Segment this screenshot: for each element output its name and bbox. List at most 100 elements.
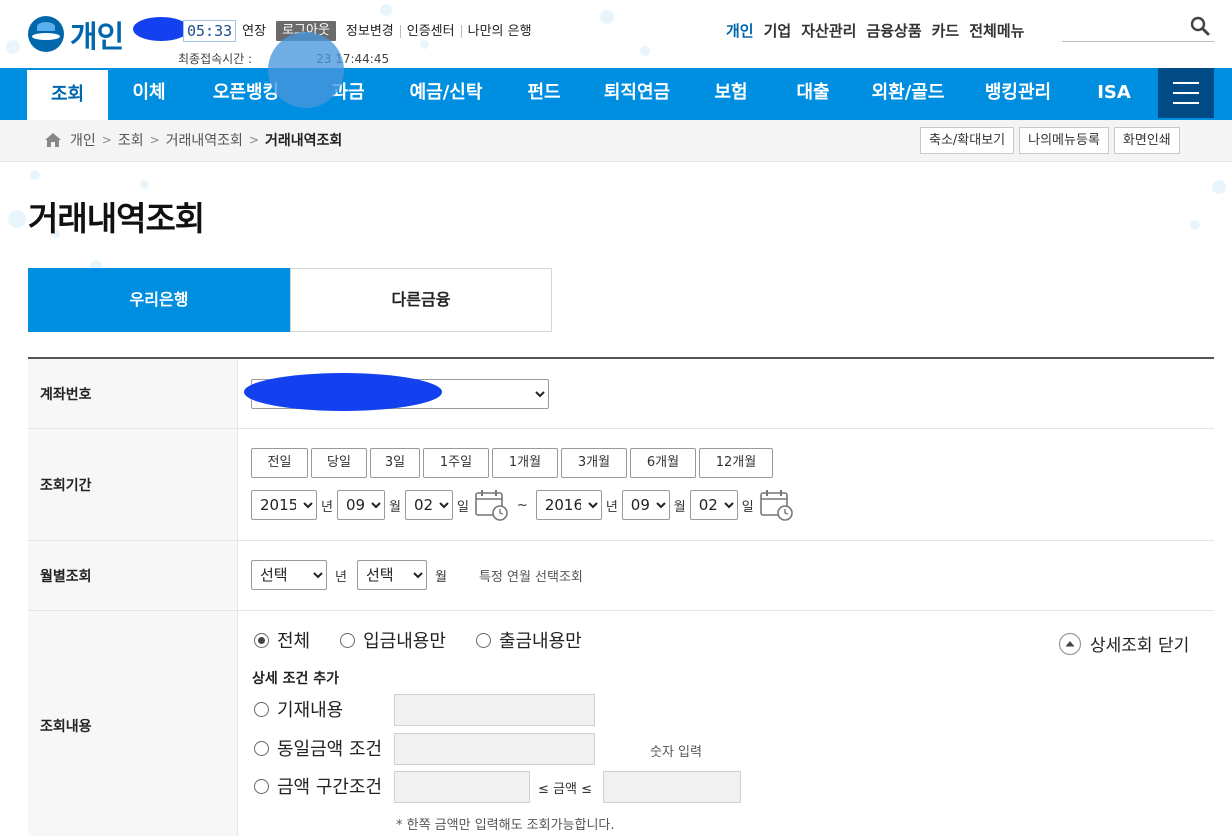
radio-amount-range-condition[interactable]: 금액 구간조건 [254, 773, 382, 799]
chevron-right-icon: > [248, 133, 259, 147]
memo-input[interactable] [394, 694, 595, 726]
radio-withdraw-only[interactable]: 출금내용만 [475, 627, 582, 653]
inquiry-form: 계좌번호 일반 ( ) 조회기간 전일 당일 3일 1주일 1개월 3개월 6개… [28, 357, 1214, 836]
period-3month-button[interactable]: 3개월 [561, 448, 627, 478]
content-label: 조회내용 [28, 611, 238, 836]
search-input[interactable] [1062, 14, 1214, 42]
period-3day-button[interactable]: 3일 [370, 448, 420, 478]
detail-toggle[interactable]: 상세조회 닫기 [1058, 631, 1189, 656]
radio-deposit-only[interactable]: 입금내용만 [340, 627, 446, 653]
bank-tabs: 우리은행 다른금융 [28, 268, 552, 332]
top-category-links: 개인 기업 자산관리 금융상품 카드 전체메뉴 [726, 20, 1034, 41]
from-day-select[interactable]: 02 [404, 490, 453, 520]
brand-logo[interactable]: 개인 [28, 12, 124, 56]
period-prev-day-button[interactable]: 전일 [251, 448, 308, 478]
menu-button[interactable] [1158, 68, 1214, 118]
to-day-unit: 일 [741, 499, 754, 515]
radio-dot [254, 778, 269, 794]
period-1month-button[interactable]: 1개월 [492, 448, 558, 478]
tab-other-finance[interactable]: 다른금융 [290, 268, 552, 332]
period-12month-button[interactable]: 12개월 [699, 448, 773, 478]
radio-dot [340, 632, 356, 648]
breadcrumb: 개인 > 조회 > 거래내역조회 > 거래내역조회 [44, 130, 342, 150]
period-1week-button[interactable]: 1주일 [423, 448, 489, 478]
detail-toggle-label: 상세조회 닫기 [1090, 636, 1190, 656]
add-my-menu-button[interactable]: 나의메뉴등록 [1019, 127, 1109, 154]
nav-item-isa[interactable]: ISA [1084, 68, 1144, 120]
account-label: 계좌번호 [28, 359, 238, 428]
my-bank-link[interactable]: 나만의 은행 [462, 25, 538, 38]
nav-item-inquiry[interactable]: 조회 [27, 70, 108, 120]
to-day-select[interactable]: 02 [689, 490, 738, 520]
calendar-icon[interactable] [758, 488, 794, 522]
radio-all[interactable]: 전체 [254, 627, 310, 653]
period-label: 조회기간 [28, 429, 238, 540]
numeric-hint: 숫자 입력 [650, 745, 702, 760]
to-year-select[interactable]: 2016 [535, 490, 602, 520]
nav-item-transfer[interactable]: 이체 [116, 68, 182, 120]
last-login-label: 최종접속시간 : [178, 52, 253, 66]
breadcrumb-item-inquiry[interactable]: 조회 [118, 130, 144, 150]
nav-item-pension[interactable]: 퇴직연금 [592, 68, 682, 120]
session-timer: 05:33 [183, 20, 237, 42]
content-body: 전체 입금내용만 출금내용만 상세조회 닫기 상세 조건 추가 기재내용 동일금… [238, 611, 1214, 836]
monthly-hint: 특정 연월 선택조회 [478, 569, 583, 585]
radio-dot [475, 632, 491, 648]
breadcrumb-item-personal[interactable]: 개인 [70, 130, 96, 150]
period-body: 전일 당일 3일 1주일 1개월 3개월 6개월 12개월 2015 년 09 … [238, 429, 1214, 540]
nav-item-insurance[interactable]: 보험 [702, 68, 760, 120]
top-link-business[interactable]: 기업 [764, 20, 792, 41]
radio-memo-condition[interactable]: 기재내용 [254, 696, 343, 722]
monthly-row: 월별조회 선택 년 선택 월 특정 연월 선택조회 [28, 541, 1214, 611]
redacted-username [133, 17, 189, 41]
info-change-link[interactable]: 정보변경 [340, 24, 401, 38]
bank-logo-icon [28, 16, 64, 52]
nav-item-deposit[interactable]: 예금/신탁 [396, 68, 496, 120]
page-tools: 축소/확대보기 나의메뉴등록 화면인쇄 [920, 127, 1185, 154]
nav-item-banking-mgmt[interactable]: 뱅킹관리 [972, 68, 1064, 120]
zoom-button[interactable]: 축소/확대보기 [920, 127, 1015, 154]
tab-woori-bank[interactable]: 우리은행 [28, 268, 290, 332]
range-max-input[interactable] [603, 771, 741, 803]
breadcrumb-bar: 개인 > 조회 > 거래내역조회 > 거래내역조회 축소/확대보기 나의메뉴등록… [0, 120, 1232, 162]
to-year-unit: 년 [605, 499, 618, 515]
radio-same-amount-condition[interactable]: 동일금액 조건 [254, 735, 382, 761]
from-year-select[interactable]: 2015 [251, 490, 317, 520]
top-link-asset[interactable]: 자산관리 [801, 20, 856, 41]
from-year-unit: 년 [321, 499, 333, 515]
nav-item-loan[interactable]: 대출 [784, 68, 842, 120]
range-min-input[interactable] [394, 771, 530, 803]
nav-item-forex[interactable]: 외환/골드 [860, 68, 956, 120]
redacted-account-number [244, 373, 442, 411]
top-link-all-menu[interactable]: 전체메뉴 [969, 20, 1024, 41]
print-button[interactable]: 화면인쇄 [1113, 127, 1180, 154]
main-navigation: 조회 이체 오픈뱅킹 과금 예금/신탁 펀드 퇴직연금 보험 대출 외환/골드 … [0, 68, 1232, 120]
calendar-icon[interactable] [473, 488, 509, 522]
extend-session-link[interactable]: 연장 [236, 25, 272, 38]
nav-item-fund[interactable]: 펀드 [515, 68, 573, 120]
cert-center-link[interactable]: 인증센터 [401, 24, 462, 38]
from-month-select[interactable]: 09 [336, 490, 385, 520]
search-icon[interactable] [1190, 16, 1210, 36]
top-link-products[interactable]: 금융상품 [866, 20, 921, 41]
breadcrumb-item-history[interactable]: 거래내역조회 [166, 130, 243, 150]
period-buttons: 전일 당일 3일 1주일 1개월 3개월 6개월 12개월 [251, 448, 776, 478]
detail-heading: 상세 조건 추가 [252, 671, 340, 687]
monthly-month-select[interactable]: 선택 [356, 560, 427, 590]
period-today-button[interactable]: 당일 [311, 448, 367, 478]
from-day-unit: 일 [456, 499, 469, 515]
page-title: 거래내역조회 [28, 199, 205, 238]
monthly-year-select[interactable]: 선택 [251, 560, 327, 590]
breadcrumb-item-current: 거래내역조회 [265, 133, 343, 149]
monthly-body: 선택 년 선택 월 특정 연월 선택조회 [238, 541, 1214, 610]
collapse-up-icon [1058, 632, 1082, 655]
home-icon[interactable] [44, 132, 62, 148]
type-radios: 전체 입금내용만 출금내용만 [254, 627, 582, 653]
top-link-card[interactable]: 카드 [932, 20, 960, 41]
top-link-personal[interactable]: 개인 [726, 20, 754, 41]
touch-indicator [268, 32, 344, 108]
period-6month-button[interactable]: 6개월 [630, 448, 696, 478]
to-month-select[interactable]: 09 [621, 490, 670, 520]
same-amount-input[interactable] [394, 733, 595, 765]
radio-dot [254, 632, 269, 648]
